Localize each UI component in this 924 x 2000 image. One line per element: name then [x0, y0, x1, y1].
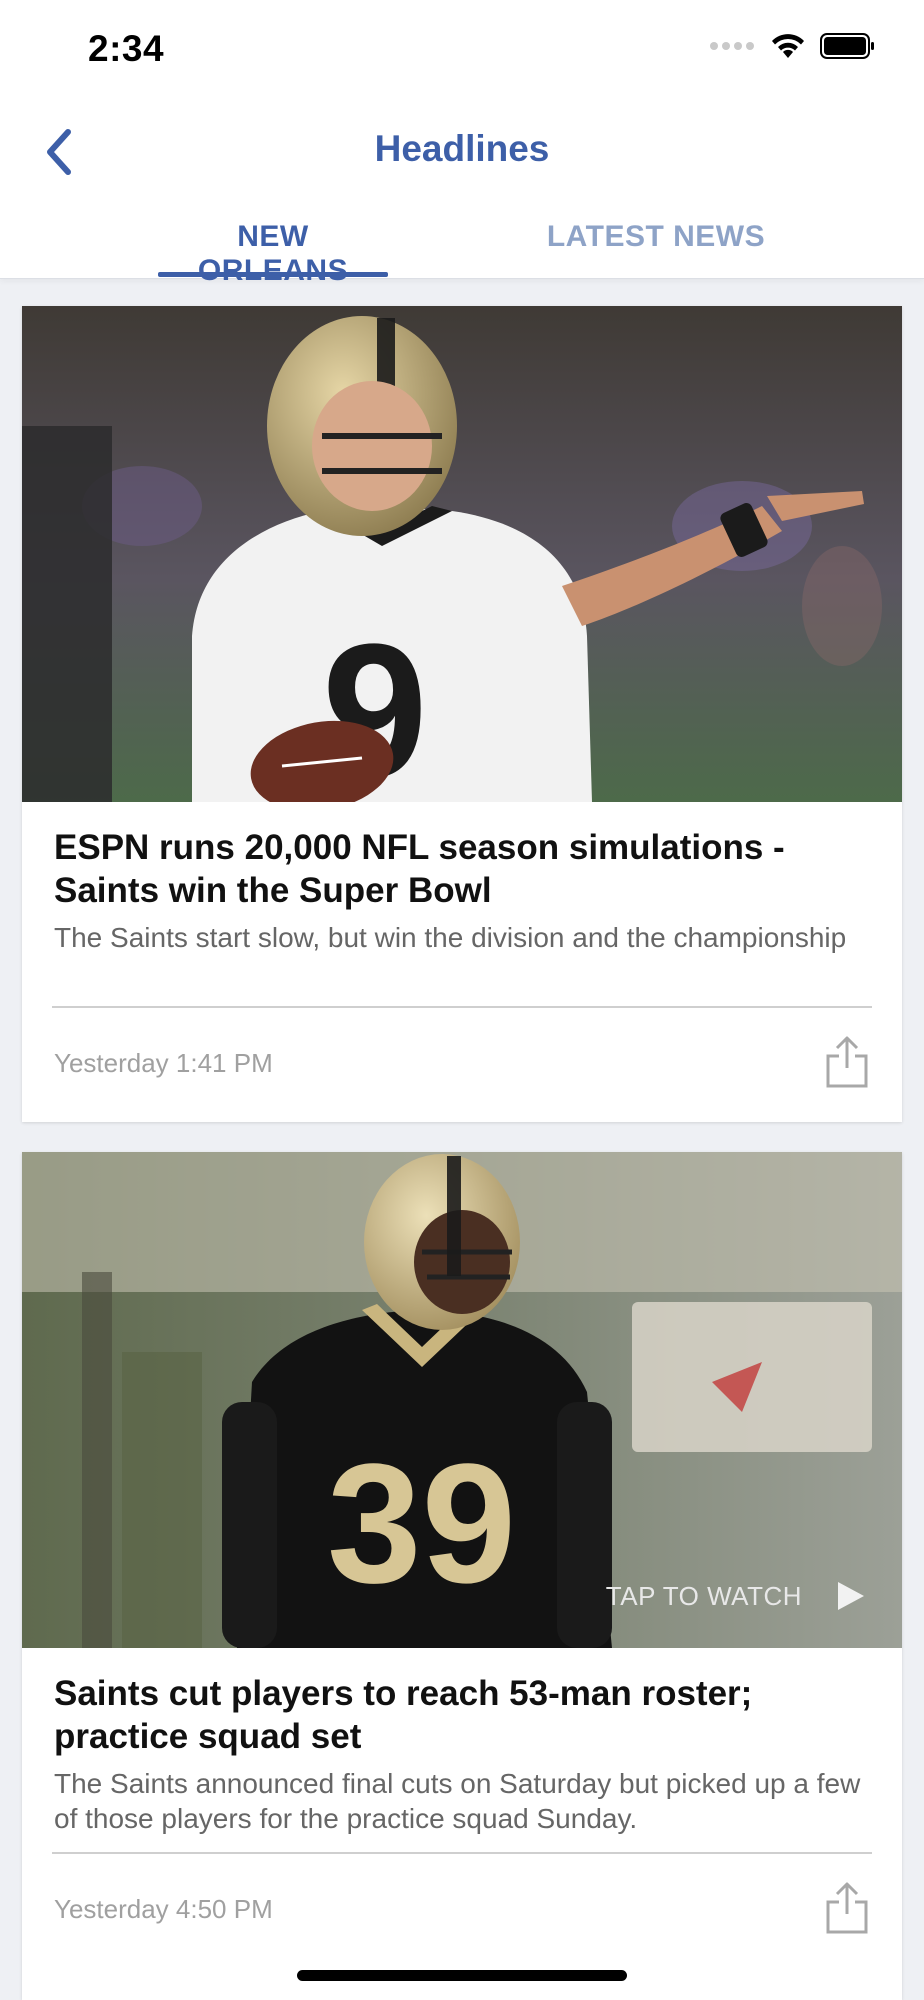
- play-icon: [838, 1582, 864, 1610]
- share-icon: [826, 1882, 868, 1934]
- active-tab-indicator: [158, 272, 388, 277]
- article-summary: The Saints start slow, but win the divis…: [54, 922, 847, 953]
- share-button[interactable]: [824, 1034, 870, 1090]
- app-header: 2:34 Headlines NEW ORLEANS LATEST NEWS: [0, 0, 924, 287]
- cellular-signal-icon: [710, 42, 754, 50]
- article-card[interactable]: 39 TAP TO WATCH Saints cut players to re…: [22, 1152, 902, 2000]
- article-video-thumbnail[interactable]: 39 TAP TO WATCH: [22, 1152, 902, 1648]
- tap-to-watch-label: TAP TO WATCH: [605, 1580, 802, 1611]
- page-title: Headlines: [374, 128, 550, 169]
- share-icon: [826, 1036, 868, 1088]
- share-button[interactable]: [824, 1880, 870, 1936]
- svg-text:39: 39: [327, 1429, 516, 1619]
- battery-icon: [820, 33, 874, 59]
- article-timestamp: Yesterday 4:50 PM: [54, 1894, 273, 1924]
- home-indicator[interactable]: [297, 1970, 627, 1981]
- article-headline[interactable]: Saints cut players to reach 53-man roste…: [54, 1672, 870, 1758]
- divider: [52, 1852, 872, 1854]
- article-card[interactable]: 9 ESPN runs 20,000 NFL season simulation…: [22, 306, 902, 1122]
- article-headline[interactable]: ESPN runs 20,000 NFL season simulations …: [54, 826, 870, 912]
- divider: [52, 1006, 872, 1008]
- article-timestamp: Yesterday 1:41 PM: [54, 1048, 273, 1078]
- tap-to-watch-button[interactable]: TAP TO WATCH: [606, 1580, 866, 1612]
- status-bar-icons: [710, 32, 876, 60]
- wifi-icon: [772, 34, 804, 58]
- article-summary: The Saints announced final cuts on Satur…: [54, 1768, 861, 1834]
- status-bar-time: 2:34: [88, 28, 165, 69]
- article-photo[interactable]: 9: [22, 306, 902, 802]
- tab-latest-news[interactable]: LATEST NEWS: [536, 220, 776, 278]
- tab-new-orleans[interactable]: NEW ORLEANS: [158, 220, 388, 287]
